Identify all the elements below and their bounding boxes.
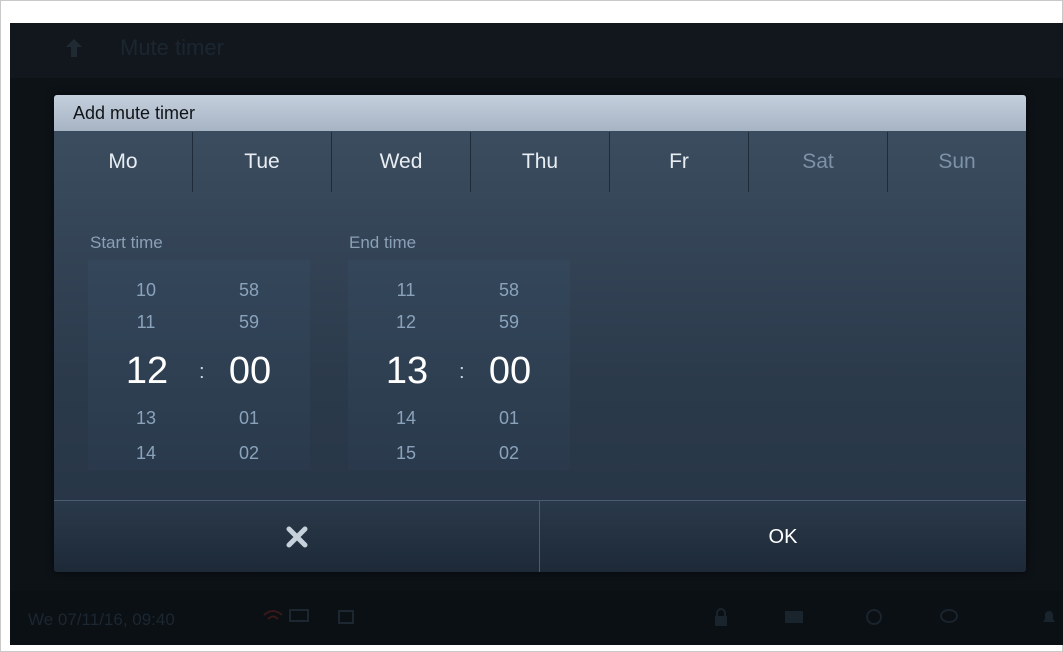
- start-minute-prev-1[interactable]: 59: [219, 312, 279, 333]
- lock-icon[interactable]: [710, 607, 732, 627]
- weekday-selector: Mo Tue Wed Thu Fr Sat Sun: [54, 132, 1026, 192]
- end-hour-next-1[interactable]: 14: [376, 408, 436, 429]
- start-hour-prev-1[interactable]: 11: [116, 312, 176, 333]
- back-arrow-icon[interactable]: [63, 37, 85, 59]
- wifi-off-icon: [263, 610, 283, 620]
- end-hour-next-2[interactable]: 15: [376, 443, 436, 464]
- start-minute-next-2[interactable]: 02: [219, 443, 279, 464]
- ok-button[interactable]: OK: [540, 501, 1026, 572]
- bell-icon[interactable]: [1038, 607, 1060, 627]
- end-minute-prev-2[interactable]: 58: [479, 280, 539, 301]
- start-minute-next-1[interactable]: 01: [219, 408, 279, 429]
- end-time-picker[interactable]: 11 12 13 : 14 15 58 59 00 01 02: [348, 260, 570, 470]
- day-thursday[interactable]: Thu: [471, 132, 610, 192]
- start-time-separator: :: [199, 361, 205, 383]
- background-header: Mute timer: [10, 23, 1063, 78]
- end-time-label: End time: [349, 233, 417, 252]
- monitor-icon: [289, 609, 309, 622]
- end-minute-next-2[interactable]: 02: [479, 443, 539, 464]
- start-time-picker[interactable]: 10 11 12 : 13 14 58 59 00 01 02: [88, 260, 310, 470]
- end-time-separator: :: [459, 361, 465, 383]
- status-datetime: We 07/11/16, 09:40: [28, 610, 175, 629]
- end-minute-next-1[interactable]: 01: [479, 408, 539, 429]
- dialog-button-row: OK: [54, 500, 1026, 572]
- day-monday[interactable]: Mo: [54, 132, 193, 192]
- dialog-title: Add mute timer: [73, 103, 196, 123]
- background-title: Mute timer: [120, 35, 224, 60]
- device-screen: Mute timer We 07/11/16, 09:40 Add mute t…: [10, 23, 1063, 645]
- day-friday[interactable]: Fr: [610, 132, 749, 192]
- start-hour-next-2[interactable]: 14: [116, 443, 176, 464]
- dialog-title-bar: Add mute timer: [54, 95, 1026, 131]
- day-sunday[interactable]: Sun: [888, 132, 1026, 192]
- cancel-button[interactable]: [54, 501, 540, 572]
- speaker-icon: [338, 610, 354, 624]
- start-hour-prev-2[interactable]: 10: [116, 280, 176, 301]
- start-time-label: Start time: [90, 233, 163, 252]
- end-minute-selected[interactable]: 00: [470, 350, 550, 393]
- end-hour-selected[interactable]: 13: [367, 350, 447, 393]
- add-mute-timer-dialog: Add mute timer Mo Tue Wed Thu Fr Sat Sun…: [54, 95, 1026, 572]
- day-tuesday[interactable]: Tue: [193, 132, 332, 192]
- clock-icon[interactable]: [863, 607, 885, 627]
- day-wednesday[interactable]: Wed: [332, 132, 471, 192]
- start-minute-prev-2[interactable]: 58: [219, 280, 279, 301]
- close-icon: [286, 526, 307, 548]
- end-hour-prev-2[interactable]: 11: [376, 280, 436, 301]
- start-hour-next-1[interactable]: 13: [116, 408, 176, 429]
- mail-icon[interactable]: [783, 607, 805, 627]
- end-hour-prev-1[interactable]: 12: [376, 312, 436, 333]
- day-saturday[interactable]: Sat: [749, 132, 888, 192]
- start-hour-selected[interactable]: 12: [107, 350, 187, 393]
- start-minute-selected[interactable]: 00: [210, 350, 290, 393]
- chat-icon[interactable]: [938, 607, 960, 627]
- end-minute-prev-1[interactable]: 59: [479, 312, 539, 333]
